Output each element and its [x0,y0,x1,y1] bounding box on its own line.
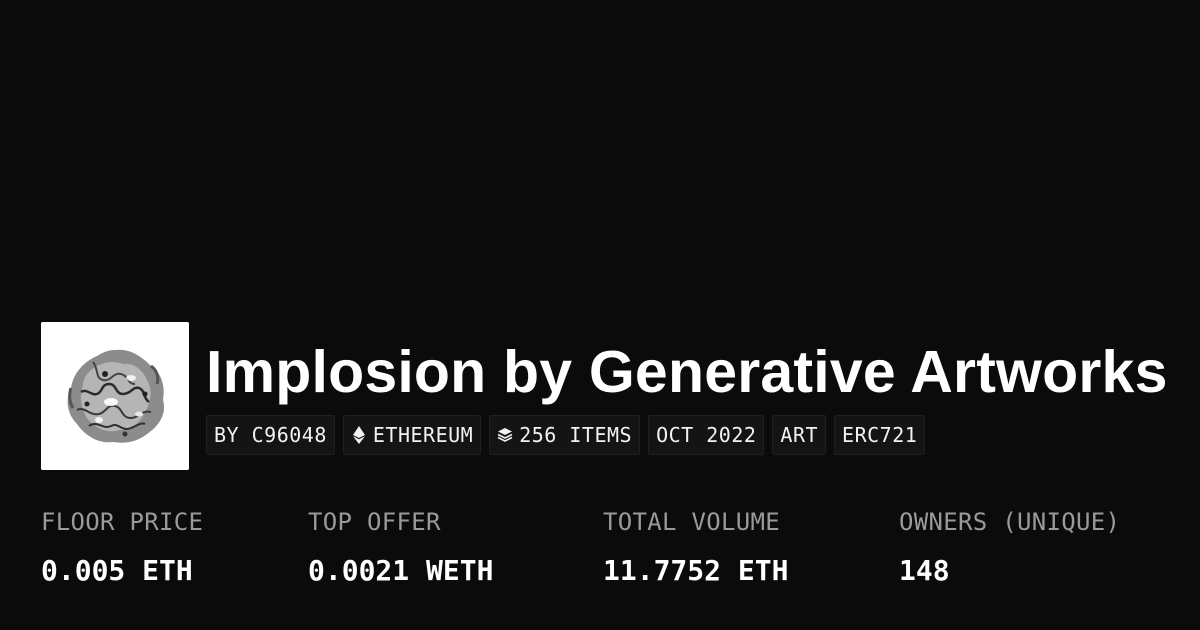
collection-metadata-chips: BY C96048 ETHEREUM 256 ITEMS OCT 2022 AR… [206,415,926,455]
chip-standard-label: ERC721 [842,423,918,447]
stat-top-offer-label: TOP OFFER [308,508,441,536]
chip-category[interactable]: ART [772,415,827,455]
chip-items-label: 256 ITEMS [519,423,633,447]
ethereum-icon [351,425,367,445]
collection-title: Implosion by Generative Artworks [206,339,1168,405]
chip-creator[interactable]: BY C96048 [206,415,335,455]
stat-floor-price-value: 0.005 ETH [41,554,193,587]
chip-chain-label: ETHEREUM [372,423,474,447]
stat-total-volume-value: 11.7752 ETH [603,554,789,587]
stat-owners: OWNERS (UNIQUE) 148 [899,505,1120,588]
chip-category-label: ART [780,423,819,447]
stat-floor-price-label: FLOOR PRICE [41,508,204,536]
stat-top-offer-value: 0.0021 WETH [308,554,494,587]
stat-floor-price: FLOOR PRICE 0.005 ETH [41,505,203,588]
stat-total-volume: TOTAL VOLUME 11.7752 ETH [603,505,788,588]
collection-card: Implosion by Generative Artworks BY C960… [0,0,1200,630]
layers-icon [497,425,513,445]
chip-created-date[interactable]: OCT 2022 [648,415,765,455]
collection-thumbnail[interactable] [41,322,189,470]
stat-total-volume-label: TOTAL VOLUME [603,508,780,536]
chip-items-count[interactable]: 256 ITEMS [489,415,641,455]
chip-token-standard[interactable]: ERC721 [834,415,926,455]
chip-chain[interactable]: ETHEREUM [342,415,482,455]
stat-owners-value: 148 [899,554,950,587]
stat-top-offer: TOP OFFER 0.0021 WETH [308,505,493,588]
chip-creator-label: BY C96048 [214,423,327,447]
generative-artwork-thumbnail [41,322,189,470]
stat-owners-label: OWNERS (UNIQUE) [899,508,1121,536]
chip-date-label: OCT 2022 [656,423,757,447]
